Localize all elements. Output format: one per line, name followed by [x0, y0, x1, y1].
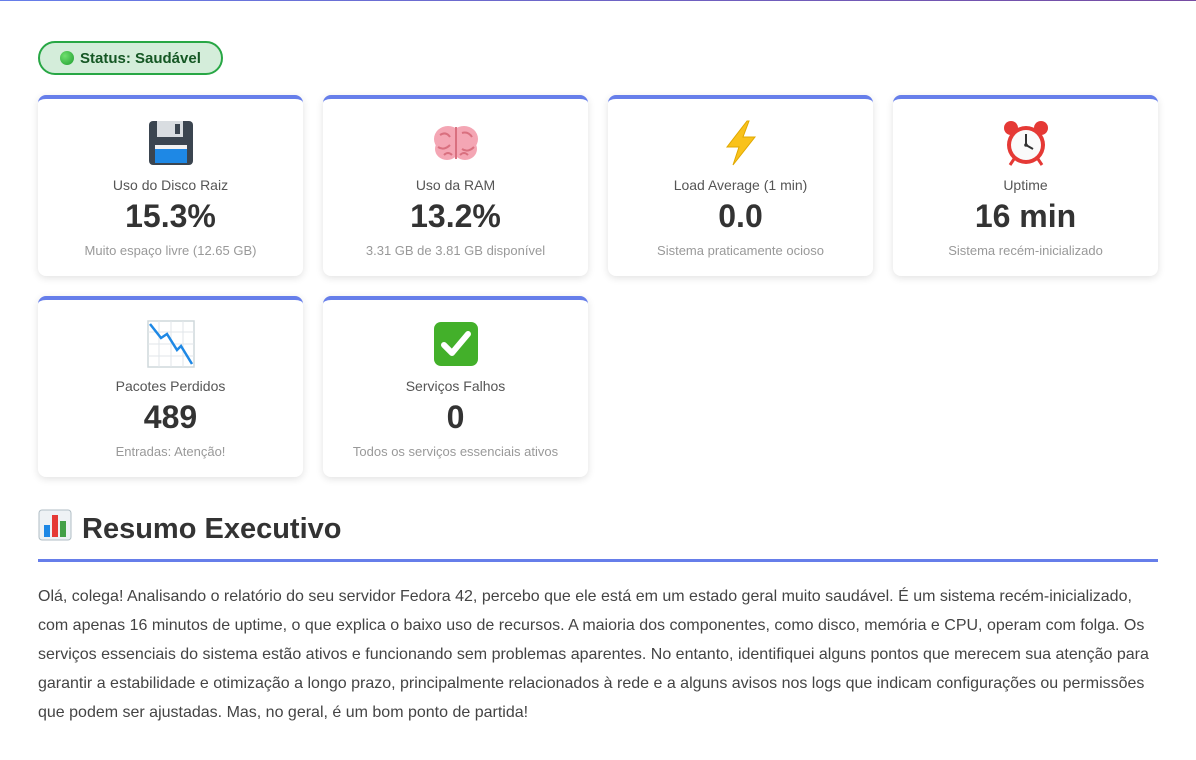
metric-card-ram: Uso da RAM 13.2% 3.31 GB de 3.81 GB disp… — [323, 95, 588, 276]
metric-value: 0 — [446, 399, 465, 435]
metric-value: 13.2% — [410, 198, 501, 234]
metric-value: 15.3% — [125, 198, 216, 234]
metric-card-packets: Pacotes Perdidos 489 Entradas: Atenção! — [38, 296, 303, 477]
dashboard: Status: Saudável Uso do Disco Raiz 15.3%… — [38, 41, 1158, 743]
metric-label: Uso da RAM — [415, 177, 496, 193]
metric-label: Serviços Falhos — [405, 378, 506, 394]
metric-label: Uptime — [1003, 177, 1048, 193]
summary-text: Olá, colega! Analisando o relatório do s… — [38, 588, 1149, 721]
metric-card-services: Serviços Falhos 0 Todos os serviços esse… — [323, 296, 588, 477]
section-title: Resumo Executivo — [82, 512, 342, 545]
metric-card-uptime: Uptime 16 min Sistema recém-inicializado — [893, 95, 1158, 276]
metric-note: Entradas: Atenção! — [115, 444, 226, 459]
metric-note: Muito espaço livre (12.65 GB) — [84, 243, 257, 258]
metric-note: Sistema praticamente ocioso — [657, 243, 824, 258]
bar-chart-icon — [38, 509, 72, 549]
metric-note: Todos os serviços essenciais ativos — [352, 444, 559, 459]
metric-label: Pacotes Perdidos — [115, 378, 226, 394]
metric-label: Load Average (1 min) — [673, 177, 808, 193]
status-badge: Status: Saudável — [38, 41, 223, 75]
metric-value: 16 min — [974, 198, 1077, 234]
green-circle-icon — [60, 51, 74, 65]
check-mark-icon — [323, 320, 588, 368]
metric-value: 0.0 — [718, 198, 763, 234]
section-heading-summary: Resumo Executivo — [38, 509, 1158, 562]
lightning-icon — [608, 119, 873, 167]
metric-note: Sistema recém-inicializado — [948, 243, 1103, 258]
floppy-disk-icon — [38, 119, 303, 167]
metric-card-disk: Uso do Disco Raiz 15.3% Muito espaço liv… — [38, 95, 303, 276]
alarm-clock-icon — [893, 119, 1158, 167]
metrics-grid: Uso do Disco Raiz 15.3% Muito espaço liv… — [38, 95, 1158, 477]
metric-value: 489 — [143, 399, 198, 435]
top-accent-line — [0, 0, 1196, 1]
status-label: Status: Saudável — [80, 49, 201, 67]
metric-label: Uso do Disco Raiz — [112, 177, 229, 193]
metric-card-load: Load Average (1 min) 0.0 Sistema pratica… — [608, 95, 873, 276]
brain-icon — [323, 119, 588, 167]
chart-decreasing-icon — [38, 320, 303, 368]
metric-note: 3.31 GB de 3.81 GB disponível — [365, 243, 546, 258]
